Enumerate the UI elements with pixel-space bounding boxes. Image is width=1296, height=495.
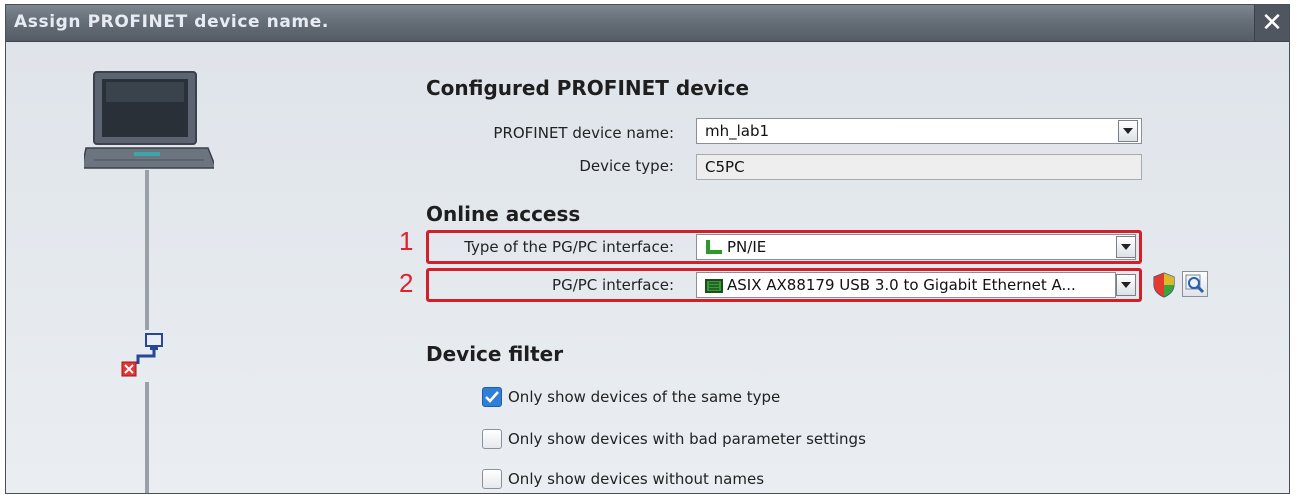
filter-same-type-label: Only show devices of the same type [508, 388, 781, 406]
search-icon [1185, 274, 1205, 294]
filter-no-names-checkbox[interactable] [482, 469, 502, 489]
interface-dropdown[interactable] [1116, 274, 1136, 296]
filter-no-names-label: Only show devices without names [508, 470, 765, 488]
configured-heading: Configured PROFINET device [426, 76, 750, 100]
pn-ie-icon [706, 239, 722, 254]
filter-heading: Device filter [426, 342, 564, 366]
search-button[interactable] [1182, 271, 1208, 297]
filter-bad-params-checkbox[interactable] [482, 429, 502, 449]
shield-icon[interactable] [1152, 272, 1176, 298]
online-heading: Online access [426, 202, 581, 226]
chevron-down-icon [1121, 244, 1131, 250]
interface-type-value: PN/IE [727, 238, 767, 256]
interface-value: ASIX AX88179 USB 3.0 to Gigabit Ethernet… [727, 276, 1076, 294]
connection-line-top [145, 170, 149, 330]
dialog-body: Configured PROFINET device PROFINET devi… [6, 42, 1289, 493]
interface-type-dropdown[interactable] [1116, 236, 1136, 258]
network-node-icon [121, 333, 163, 377]
error-icon [121, 361, 137, 377]
interface-type-label: Type of the PG/PC interface: [464, 238, 674, 256]
checkmark-icon [485, 391, 499, 403]
filter-same-type-checkbox[interactable] [482, 387, 502, 407]
device-name-value: mh_lab1 [705, 122, 770, 140]
dialog-window: Assign PROFINET device name. ✕ Configure… [5, 4, 1290, 494]
device-type-field: C5PC [696, 154, 1142, 180]
chevron-down-icon [1121, 282, 1131, 288]
interface-type-field[interactable]: PN/IE [696, 234, 1136, 260]
close-icon: ✕ [1261, 8, 1283, 38]
device-type-value: C5PC [705, 158, 745, 176]
chevron-down-icon [1123, 128, 1133, 134]
connection-line-bottom [145, 382, 149, 493]
close-button[interactable]: ✕ [1254, 5, 1289, 41]
marker-1: 1 [399, 226, 414, 256]
device-name-field[interactable]: mh_lab1 [696, 118, 1142, 144]
dialog-title: Assign PROFINET device name. [14, 12, 329, 32]
device-type-label: Device type: [579, 157, 674, 175]
interface-field[interactable]: ASIX AX88179 USB 3.0 to Gigabit Ethernet… [696, 272, 1116, 298]
device-name-dropdown[interactable] [1118, 120, 1138, 142]
laptop-icon [84, 71, 214, 169]
network-card-icon [705, 278, 723, 293]
title-bar: Assign PROFINET device name. ✕ [6, 5, 1289, 42]
device-name-label: PROFINET device name: [493, 124, 674, 142]
filter-bad-params-label: Only show devices with bad parameter set… [508, 430, 866, 448]
marker-2: 2 [399, 268, 414, 298]
interface-label: PG/PC interface: [552, 276, 674, 294]
